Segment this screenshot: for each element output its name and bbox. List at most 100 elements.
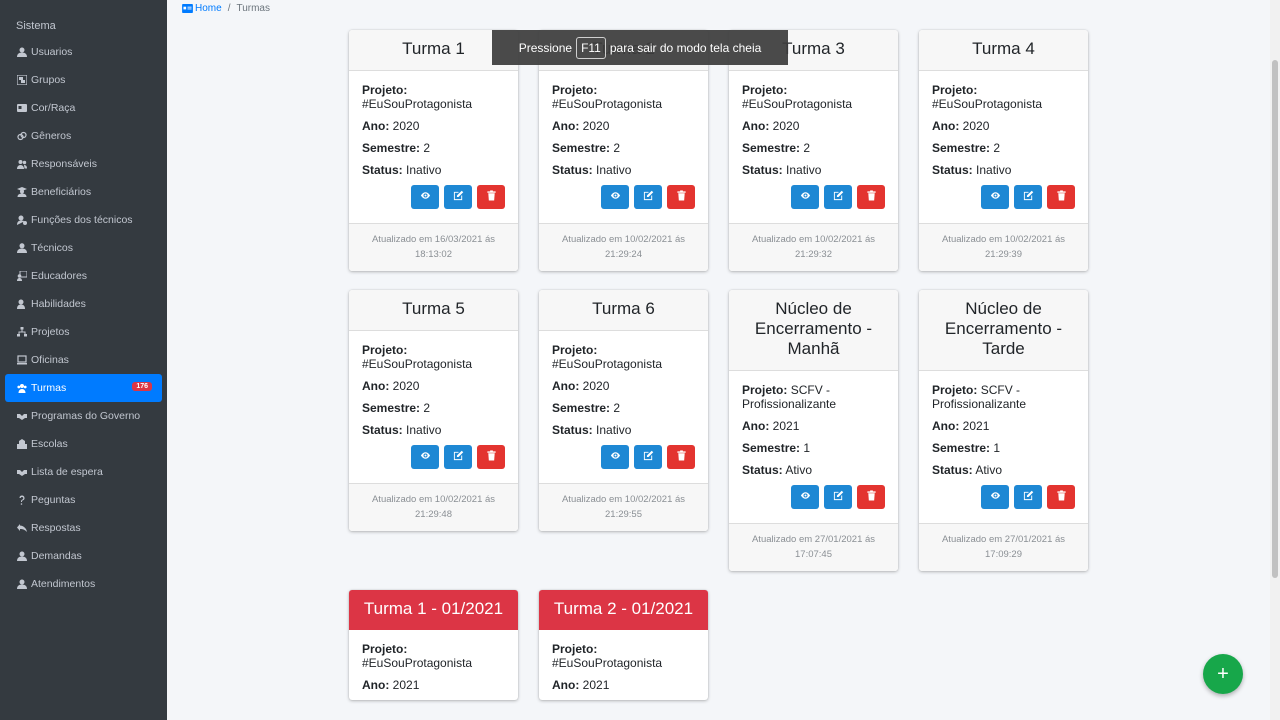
status-label: Status: — [742, 463, 783, 477]
eye-icon — [420, 190, 431, 204]
card-semestre: Semestre: 2 — [552, 401, 695, 415]
semestre-label: Semestre: — [742, 441, 801, 455]
trash-icon — [486, 450, 497, 464]
sidebar-item-label: Beneficiários — [31, 186, 92, 198]
edit-button[interactable] — [1014, 185, 1042, 209]
sidebar-item-programas-do-governo[interactable]: Programas do Governo — [0, 402, 162, 430]
ano-label: Ano: — [932, 419, 960, 433]
sidebar-item-benefici-rios[interactable]: Beneficiários — [0, 178, 162, 206]
delete-button[interactable] — [1047, 485, 1075, 509]
sidebar-item-label: Gêneros — [31, 130, 72, 142]
semestre-value: 1 — [993, 441, 1001, 455]
sidebar-item-usuarios[interactable]: Usuarios — [0, 38, 162, 66]
delete-button[interactable] — [477, 445, 505, 469]
sidebar-item-respons-veis[interactable]: Responsáveis — [0, 150, 162, 178]
delete-button[interactable] — [857, 485, 885, 509]
view-button[interactable] — [981, 485, 1009, 509]
sidebar-item-educadores[interactable]: Educadores — [0, 262, 162, 290]
page-scrollbar[interactable] — [1270, 0, 1280, 720]
edit-button[interactable] — [634, 185, 662, 209]
sidebar-item-escolas[interactable]: Escolas — [0, 430, 162, 458]
eye-icon — [990, 490, 1001, 504]
add-turma-button[interactable]: + — [1203, 654, 1243, 694]
semestre-value: 2 — [993, 141, 1001, 155]
ano-label: Ano: — [742, 419, 770, 433]
sidebar-item-peguntas[interactable]: Peguntas — [0, 486, 162, 514]
card-status: Status: Ativo — [742, 463, 885, 477]
sidebar-item-lista-de-espera[interactable]: Lista de espera — [0, 458, 162, 486]
ano-value: 2021 — [772, 419, 800, 433]
delete-button[interactable] — [477, 185, 505, 209]
ano-label: Ano: — [742, 119, 770, 133]
card-body: Projeto: #EuSouProtagonista Ano: 2020 Seme… — [729, 71, 898, 209]
edit-button[interactable] — [1014, 485, 1042, 509]
delete-button[interactable] — [667, 445, 695, 469]
status-label: Status: — [362, 423, 403, 437]
status-label: Status: — [362, 163, 403, 177]
sidebar-item-oficinas[interactable]: Oficinas — [0, 346, 162, 374]
eye-icon — [800, 490, 811, 504]
card-updated-at: Atualizado em 27/01/2021 ás 17:09:29 — [919, 523, 1088, 571]
view-button[interactable] — [981, 185, 1009, 209]
edit-icon — [1023, 190, 1034, 204]
card-actions — [742, 185, 885, 209]
breadcrumb-home-link[interactable]: Home — [182, 3, 222, 14]
sidebar-item-atendimentos[interactable]: Atendimentos — [0, 570, 162, 598]
view-button[interactable] — [791, 485, 819, 509]
card-actions — [362, 185, 505, 209]
breadcrumb-separator: / — [227, 3, 231, 14]
view-button[interactable] — [411, 445, 439, 469]
sidebar-item-grupos[interactable]: Grupos — [0, 66, 162, 94]
edit-button[interactable] — [634, 445, 662, 469]
delete-button[interactable] — [1047, 185, 1075, 209]
card-title: Turma 2 - 01/2021 — [539, 590, 708, 630]
sidebar-item-label: Grupos — [31, 74, 66, 86]
ano-label: Ano: — [552, 119, 580, 133]
semestre-label: Semestre: — [742, 141, 801, 155]
projeto-value: #EuSouProtagonista — [742, 97, 853, 111]
sidebar-item-g-neros[interactable]: Gêneros — [0, 122, 162, 150]
card-status: Status: Inativo — [552, 163, 695, 177]
edit-button[interactable] — [444, 185, 472, 209]
scrollbar-thumb[interactable] — [1272, 60, 1278, 578]
ano-label: Ano: — [362, 379, 390, 393]
trash-icon — [676, 190, 687, 204]
status-value: Inativo — [596, 423, 632, 437]
sidebar-item-habilidades[interactable]: Habilidades — [0, 290, 162, 318]
trash-icon — [866, 190, 877, 204]
view-button[interactable] — [601, 185, 629, 209]
edit-button[interactable] — [444, 445, 472, 469]
card-updated-at: Atualizado em 10/02/2021 ás 21:29:24 — [539, 223, 708, 271]
sidebar-item-label: Cor/Raça — [31, 102, 76, 114]
delete-button[interactable] — [667, 185, 695, 209]
status-value: Inativo — [976, 163, 1012, 177]
view-button[interactable] — [411, 185, 439, 209]
ano-label: Ano: — [932, 119, 960, 133]
projeto-value: #EuSouProtagonista — [932, 97, 1043, 111]
sidebar-item-projetos[interactable]: Projetos — [0, 318, 162, 346]
status-value: Inativo — [596, 163, 632, 177]
venus-mars-icon — [16, 130, 28, 142]
sidebar-item-t-cnicos[interactable]: Técnicos — [0, 234, 162, 262]
projeto-label: Projeto: — [362, 343, 408, 357]
sidebar-item-turmas[interactable]: Turmas 176 — [5, 374, 162, 402]
projeto-label: Projeto: — [742, 83, 788, 97]
view-button[interactable] — [791, 185, 819, 209]
delete-button[interactable] — [857, 185, 885, 209]
sidebar-item-fun-es-dos-t-cnicos[interactable]: Funções dos técnicos — [0, 206, 162, 234]
card-ano: Ano: 2020 — [742, 119, 885, 133]
sidebar-item-label: Técnicos — [31, 242, 74, 254]
trash-icon — [1056, 190, 1067, 204]
view-button[interactable] — [601, 445, 629, 469]
card-projeto: Projeto: #EuSouProtagonista — [552, 642, 695, 670]
edit-button[interactable] — [824, 185, 852, 209]
semestre-value: 2 — [803, 141, 811, 155]
edit-button[interactable] — [824, 485, 852, 509]
sidebar-item-label: Usuarios — [31, 46, 73, 58]
sidebar-item-cor-ra-a[interactable]: Cor/Raça — [0, 94, 162, 122]
projeto-label: Projeto: — [552, 642, 598, 656]
card-projeto: Projeto: #EuSouProtagonista — [552, 343, 695, 371]
ano-label: Ano: — [362, 119, 390, 133]
sidebar-item-demandas[interactable]: Demandas — [0, 542, 162, 570]
sidebar-item-respostas[interactable]: Respostas — [0, 514, 162, 542]
